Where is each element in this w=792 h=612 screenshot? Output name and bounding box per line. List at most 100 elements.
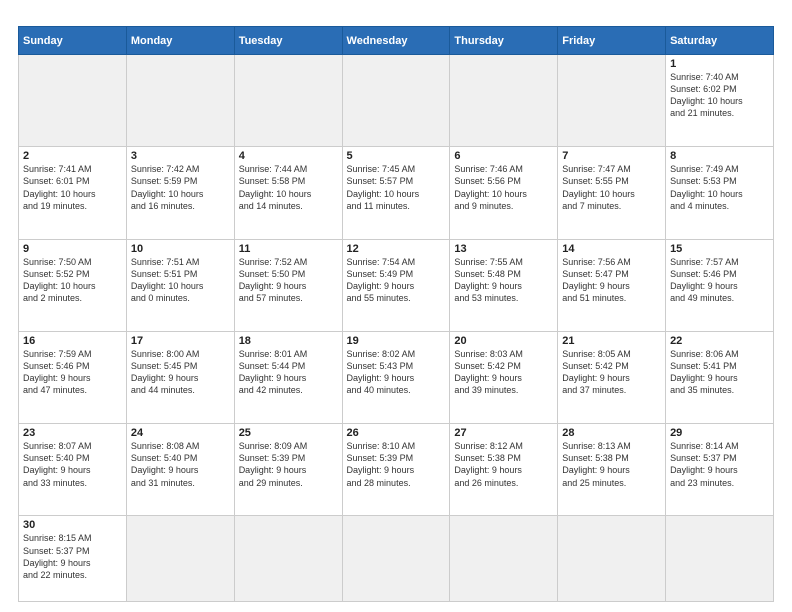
day-info: Sunrise: 8:13 AM Sunset: 5:38 PM Dayligh… [562, 441, 631, 487]
calendar-cell: 7 Sunrise: 7:47 AM Sunset: 5:55 PM Daylig… [558, 147, 666, 239]
calendar-cell: 24 Sunrise: 8:08 AM Sunset: 5:40 PM Dayli… [126, 424, 234, 516]
day-info: Sunrise: 7:40 AM Sunset: 6:02 PM Dayligh… [670, 72, 743, 118]
weekday-header-friday: Friday [558, 27, 666, 55]
day-info: Sunrise: 8:02 AM Sunset: 5:43 PM Dayligh… [347, 349, 416, 395]
calendar-cell [234, 516, 342, 602]
day-info: Sunrise: 8:15 AM Sunset: 5:37 PM Dayligh… [23, 533, 92, 579]
day-number: 7 [562, 150, 661, 162]
calendar-cell: 26Sunrise: 8:10 AM Sunset: 5:39 PM Dayli… [342, 424, 450, 516]
calendar-cell [126, 516, 234, 602]
calendar-cell: 28 Sunrise: 8:13 AM Sunset: 5:38 PM Dayli… [558, 424, 666, 516]
day-number: 28 [562, 427, 661, 439]
calendar-cell: 21 Sunrise: 8:05 AM Sunset: 5:42 PM Dayli… [558, 331, 666, 423]
calendar-cell: 5 Sunrise: 7:45 AM Sunset: 5:57 PM Daylig… [342, 147, 450, 239]
day-number: 23 [23, 427, 122, 439]
day-number: 21 [562, 335, 661, 347]
day-info: Sunrise: 7:41 AM Sunset: 6:01 PM Dayligh… [23, 164, 96, 210]
day-number: 25 [239, 427, 338, 439]
day-number: 1 [670, 58, 769, 70]
calendar-cell: 4Sunrise: 7:44 AM Sunset: 5:58 PM Daylig… [234, 147, 342, 239]
day-number: 2 [23, 150, 122, 162]
day-number: 19 [347, 335, 446, 347]
calendar-cell: 12 Sunrise: 7:54 AM Sunset: 5:49 PM Dayli… [342, 239, 450, 331]
day-info: Sunrise: 7:45 AM Sunset: 5:57 PM Dayligh… [347, 164, 420, 210]
calendar-cell: 11 Sunrise: 7:52 AM Sunset: 5:50 PM Dayli… [234, 239, 342, 331]
calendar-table: SundayMondayTuesdayWednesdayThursdayFrid… [18, 26, 774, 602]
calendar-cell: 22 Sunrise: 8:06 AM Sunset: 5:41 PM Dayli… [666, 331, 774, 423]
day-info: Sunrise: 8:01 AM Sunset: 5:44 PM Dayligh… [239, 349, 308, 395]
page: General Blue SundayMondayTuesdayWednesda… [0, 0, 792, 612]
calendar-cell [19, 55, 127, 147]
calendar-cell [558, 516, 666, 602]
calendar-cell: 18 Sunrise: 8:01 AM Sunset: 5:44 PM Dayli… [234, 331, 342, 423]
day-info: Sunrise: 8:14 AM Sunset: 5:37 PM Dayligh… [670, 441, 739, 487]
calendar-cell: 6 Sunrise: 7:46 AM Sunset: 5:56 PM Daylig… [450, 147, 558, 239]
calendar-cell: 13 Sunrise: 7:55 AM Sunset: 5:48 PM Dayli… [450, 239, 558, 331]
day-info: Sunrise: 7:50 AM Sunset: 5:52 PM Dayligh… [23, 257, 96, 303]
day-info: Sunrise: 7:52 AM Sunset: 5:50 PM Dayligh… [239, 257, 308, 303]
day-number: 14 [562, 243, 661, 255]
calendar-cell: 1 Sunrise: 7:40 AM Sunset: 6:02 PM Daylig… [666, 55, 774, 147]
weekday-header-wednesday: Wednesday [342, 27, 450, 55]
calendar-cell: 3 Sunrise: 7:42 AM Sunset: 5:59 PM Daylig… [126, 147, 234, 239]
day-info: Sunrise: 8:07 AM Sunset: 5:40 PM Dayligh… [23, 441, 92, 487]
day-info: Sunrise: 8:08 AM Sunset: 5:40 PM Dayligh… [131, 441, 200, 487]
day-number: 4 [239, 150, 338, 162]
calendar-cell: 30 Sunrise: 8:15 AM Sunset: 5:37 PM Dayli… [19, 516, 127, 602]
calendar-cell [126, 55, 234, 147]
day-info: Sunrise: 7:56 AM Sunset: 5:47 PM Dayligh… [562, 257, 631, 303]
day-info: Sunrise: 7:42 AM Sunset: 5:59 PM Dayligh… [131, 164, 204, 210]
calendar-cell: 14 Sunrise: 7:56 AM Sunset: 5:47 PM Dayli… [558, 239, 666, 331]
day-info: Sunrise: 7:54 AM Sunset: 5:49 PM Dayligh… [347, 257, 416, 303]
calendar-cell [450, 516, 558, 602]
day-number: 17 [131, 335, 230, 347]
calendar-cell: 17Sunrise: 8:00 AM Sunset: 5:45 PM Dayli… [126, 331, 234, 423]
day-info: Sunrise: 8:12 AM Sunset: 5:38 PM Dayligh… [454, 441, 523, 487]
calendar-cell: 15 Sunrise: 7:57 AM Sunset: 5:46 PM Dayli… [666, 239, 774, 331]
day-number: 12 [347, 243, 446, 255]
calendar-cell: 8Sunrise: 7:49 AM Sunset: 5:53 PM Daylig… [666, 147, 774, 239]
calendar-cell [666, 516, 774, 602]
day-number: 27 [454, 427, 553, 439]
day-number: 24 [131, 427, 230, 439]
day-number: 22 [670, 335, 769, 347]
day-info: Sunrise: 7:55 AM Sunset: 5:48 PM Dayligh… [454, 257, 523, 303]
calendar-cell: 19 Sunrise: 8:02 AM Sunset: 5:43 PM Dayli… [342, 331, 450, 423]
day-number: 18 [239, 335, 338, 347]
day-info: Sunrise: 7:47 AM Sunset: 5:55 PM Dayligh… [562, 164, 635, 210]
calendar-cell [342, 55, 450, 147]
weekday-header-sunday: Sunday [19, 27, 127, 55]
calendar-cell [558, 55, 666, 147]
day-info: Sunrise: 8:03 AM Sunset: 5:42 PM Dayligh… [454, 349, 523, 395]
day-number: 13 [454, 243, 553, 255]
calendar-cell: 16Sunrise: 7:59 AM Sunset: 5:46 PM Dayli… [19, 331, 127, 423]
day-number: 5 [347, 150, 446, 162]
calendar-cell: 20 Sunrise: 8:03 AM Sunset: 5:42 PM Dayli… [450, 331, 558, 423]
day-number: 3 [131, 150, 230, 162]
day-number: 11 [239, 243, 338, 255]
day-info: Sunrise: 7:46 AM Sunset: 5:56 PM Dayligh… [454, 164, 527, 210]
calendar-cell: 10Sunrise: 7:51 AM Sunset: 5:51 PM Dayli… [126, 239, 234, 331]
day-info: Sunrise: 7:59 AM Sunset: 5:46 PM Dayligh… [23, 349, 92, 395]
day-number: 8 [670, 150, 769, 162]
day-info: Sunrise: 7:57 AM Sunset: 5:46 PM Dayligh… [670, 257, 739, 303]
day-number: 6 [454, 150, 553, 162]
day-info: Sunrise: 8:09 AM Sunset: 5:39 PM Dayligh… [239, 441, 308, 487]
day-number: 30 [23, 519, 122, 531]
day-number: 20 [454, 335, 553, 347]
weekday-header-thursday: Thursday [450, 27, 558, 55]
calendar-cell [450, 55, 558, 147]
day-info: Sunrise: 8:05 AM Sunset: 5:42 PM Dayligh… [562, 349, 631, 395]
day-number: 15 [670, 243, 769, 255]
day-info: Sunrise: 8:06 AM Sunset: 5:41 PM Dayligh… [670, 349, 739, 395]
day-number: 10 [131, 243, 230, 255]
weekday-header-tuesday: Tuesday [234, 27, 342, 55]
weekday-header-saturday: Saturday [666, 27, 774, 55]
weekday-header-monday: Monday [126, 27, 234, 55]
calendar-cell: 23 Sunrise: 8:07 AM Sunset: 5:40 PM Dayli… [19, 424, 127, 516]
calendar-cell: 25 Sunrise: 8:09 AM Sunset: 5:39 PM Dayli… [234, 424, 342, 516]
day-number: 29 [670, 427, 769, 439]
calendar-cell [234, 55, 342, 147]
calendar-cell [342, 516, 450, 602]
day-info: Sunrise: 8:10 AM Sunset: 5:39 PM Dayligh… [347, 441, 416, 487]
